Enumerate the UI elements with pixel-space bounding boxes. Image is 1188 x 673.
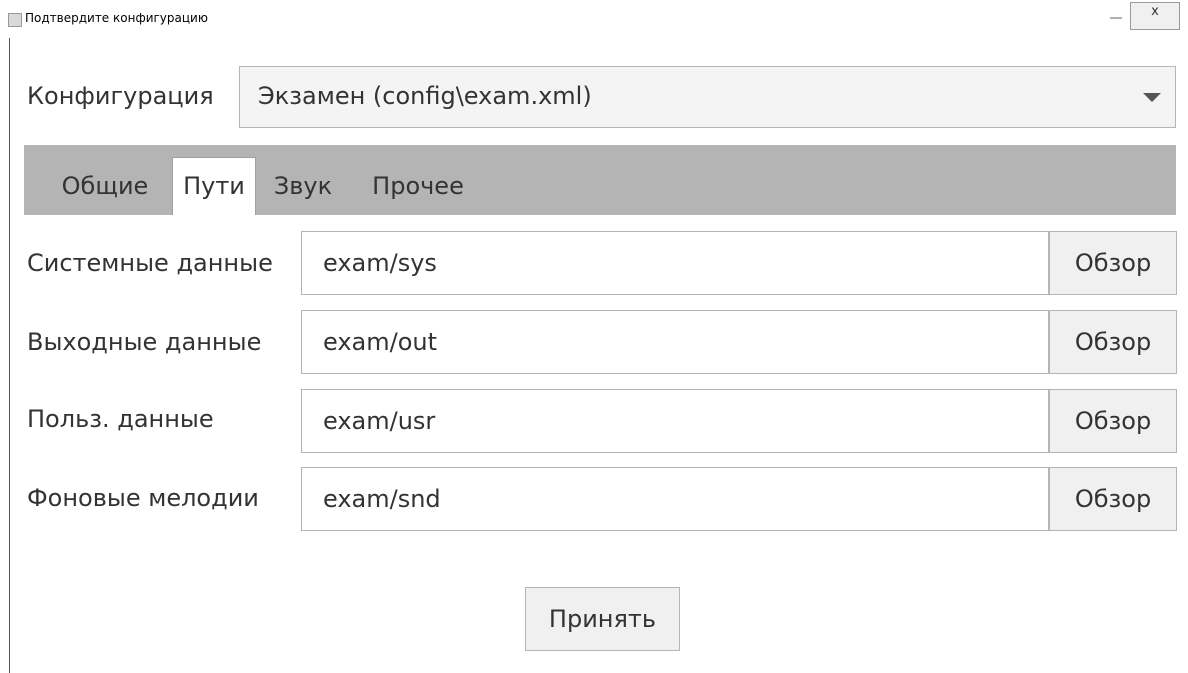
user-data-label: Польз. данные <box>27 405 214 433</box>
config-dropdown-value: Экзамен (config\exam.xml) <box>258 82 592 110</box>
minimize-icon[interactable] <box>1110 17 1122 19</box>
config-dialog: Подтвердите конфигурацию x Конфигурация … <box>0 0 1188 673</box>
background-music-input[interactable]: exam/snd <box>301 467 1049 531</box>
config-dropdown[interactable]: Экзамен (config\exam.xml) <box>239 66 1176 128</box>
background-music-browse-button[interactable]: Обзор <box>1049 467 1177 531</box>
title-bar: Подтвердите конфигурацию x <box>0 0 1188 38</box>
window-frame-edge <box>9 38 10 673</box>
user-data-browse-button[interactable]: Обзор <box>1049 389 1177 453</box>
config-label: Конфигурация <box>27 82 214 110</box>
system-data-label: Системные данные <box>27 249 273 277</box>
app-icon <box>8 13 22 27</box>
tab-other[interactable]: Прочее <box>354 157 482 215</box>
output-data-label: Выходные данные <box>27 328 262 356</box>
tab-sound[interactable]: Звук <box>260 157 346 215</box>
accept-button[interactable]: Принять <box>525 587 680 651</box>
output-data-input[interactable]: exam/out <box>301 310 1049 374</box>
tab-bar: Общие Пути Звук Прочее <box>24 145 1176 215</box>
tab-paths[interactable]: Пути <box>172 157 256 215</box>
output-data-browse-button[interactable]: Обзор <box>1049 310 1177 374</box>
user-data-input[interactable]: exam/usr <box>301 389 1049 453</box>
background-music-label: Фоновые мелодии <box>27 484 259 512</box>
close-button[interactable]: x <box>1130 2 1180 30</box>
chevron-down-icon <box>1143 93 1161 102</box>
window-title: Подтвердите конфигурацию <box>25 11 208 25</box>
system-data-input[interactable]: exam/sys <box>301 231 1049 295</box>
system-data-browse-button[interactable]: Обзор <box>1049 231 1177 295</box>
tab-general[interactable]: Общие <box>44 157 166 215</box>
